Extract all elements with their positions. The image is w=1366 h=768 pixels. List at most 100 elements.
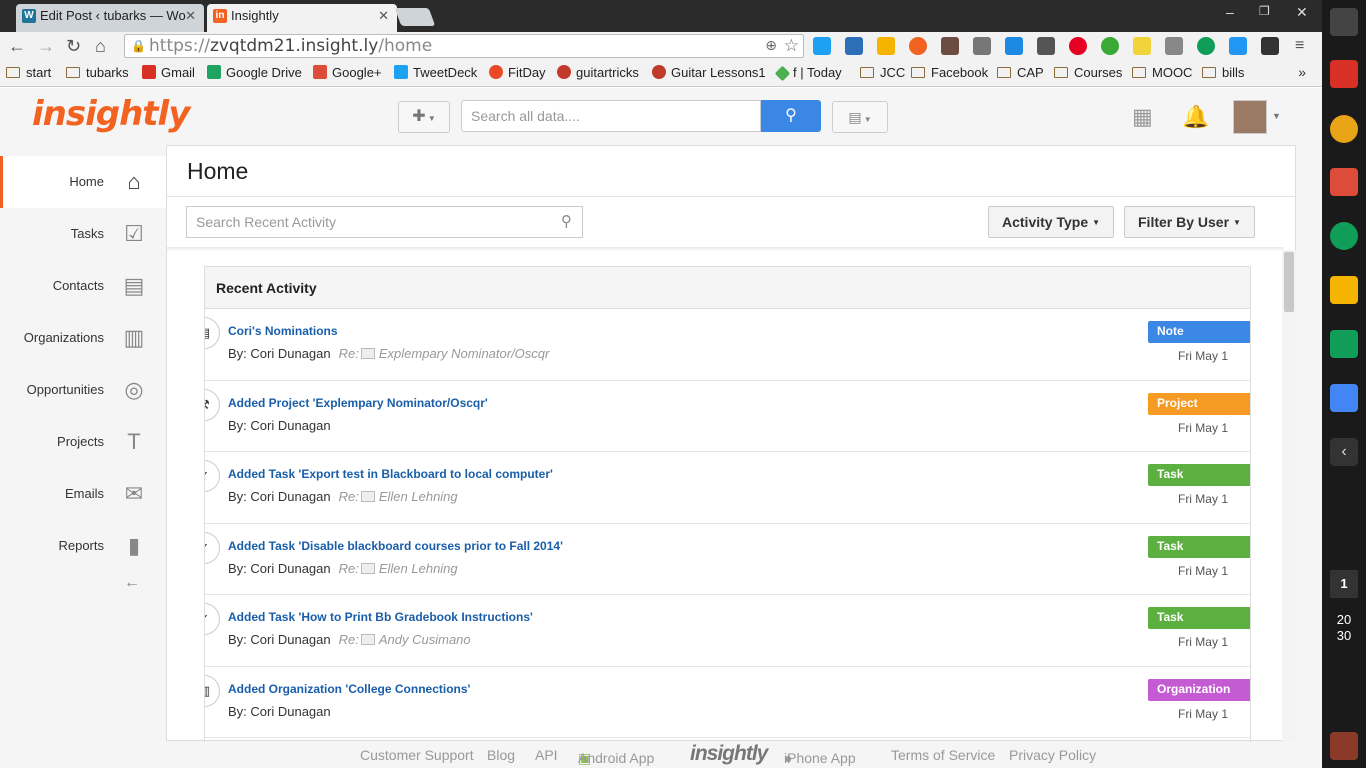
calendar-extension-icon[interactable] bbox=[845, 37, 863, 55]
global-search-input[interactable]: Search all data.... bbox=[461, 100, 761, 132]
d-extension-icon[interactable] bbox=[1005, 37, 1023, 55]
docs-app-icon[interactable] bbox=[1330, 384, 1358, 412]
activity-type-dropdown[interactable]: Activity Type ▼ bbox=[988, 206, 1115, 238]
minimize-button[interactable]: – bbox=[1226, 4, 1234, 20]
bookmark-star-icon[interactable]: ☆ bbox=[784, 35, 799, 57]
cast-icon[interactable] bbox=[1165, 37, 1183, 55]
bookmark-f-today[interactable]: f | Today bbox=[774, 65, 842, 82]
activity-related[interactable]: Re: Andy Cusimano bbox=[339, 632, 471, 647]
close-tab-icon[interactable]: ✕ bbox=[378, 4, 389, 28]
google-plus-app-icon[interactable] bbox=[1330, 168, 1358, 196]
collapse-sidebar-icon[interactable]: ← bbox=[0, 574, 166, 592]
sidebar-item-tasks[interactable]: Tasks ☑ bbox=[0, 208, 166, 260]
bookmark-bills[interactable]: bills bbox=[1202, 65, 1244, 80]
chrome-app-icon[interactable] bbox=[1330, 115, 1358, 143]
bookmark-courses[interactable]: Courses bbox=[1054, 65, 1122, 80]
user-avatar-icon[interactable] bbox=[1330, 732, 1358, 760]
forward-icon[interactable]: → bbox=[37, 35, 55, 57]
sidebar-item-contacts[interactable]: Contacts ▤ bbox=[0, 260, 166, 312]
bookmark-fitday[interactable]: FitDay bbox=[489, 65, 546, 80]
bookmark-mooc[interactable]: MOOC bbox=[1132, 65, 1192, 80]
address-bar[interactable]: 🔒 https://zvqtdm21.insight.ly/home ⊕ ☆ bbox=[124, 34, 804, 58]
organizations-icon: ▥ bbox=[123, 325, 145, 350]
quick-add-button[interactable]: ✚ ▼ bbox=[398, 101, 450, 133]
drive-extension-icon[interactable] bbox=[877, 37, 895, 55]
footer-customer-support-link[interactable]: Customer Support bbox=[360, 747, 474, 763]
activity-related[interactable]: Re: Ellen Lehning bbox=[339, 489, 458, 504]
sidebar-item-opportunities[interactable]: Opportunities ◎ bbox=[0, 364, 166, 416]
hangouts-extension-icon[interactable] bbox=[1197, 37, 1215, 55]
user-avatar[interactable] bbox=[1233, 100, 1267, 134]
zoom-icon[interactable]: ⊕ bbox=[765, 35, 777, 57]
film-extension-icon[interactable] bbox=[1261, 37, 1279, 55]
sidebar-item-emails[interactable]: Emails ✉ bbox=[0, 468, 166, 520]
pinterest-extension-icon[interactable] bbox=[1069, 37, 1087, 55]
bookmark-start[interactable]: start bbox=[6, 65, 51, 80]
view-menu-button[interactable]: ▤ ▼ bbox=[832, 101, 888, 133]
bookmark-guitartricks[interactable]: guitartricks bbox=[557, 65, 639, 80]
back-icon[interactable]: ← bbox=[8, 35, 26, 57]
insightly-logo[interactable]: insightly bbox=[32, 94, 190, 134]
drive-app-icon[interactable] bbox=[1330, 276, 1358, 304]
gmail-app-icon[interactable] bbox=[1330, 60, 1358, 88]
evernote-extension-icon[interactable] bbox=[1037, 37, 1055, 55]
activity-title-link[interactable]: Added Project 'Explempary Nominator/Oscq… bbox=[228, 396, 488, 410]
activity-title-link[interactable]: Cori's Nominations bbox=[228, 324, 338, 338]
recent-activity-search-input[interactable]: Search Recent Activity ⚲ bbox=[186, 206, 583, 238]
activity-title-link[interactable]: Added Task 'How to Print Bb Gradebook In… bbox=[228, 610, 533, 624]
search-button[interactable]: ⚲ bbox=[761, 100, 821, 132]
d-circle-extension-icon[interactable] bbox=[1101, 37, 1119, 55]
chevron-down-icon[interactable]: ▼ bbox=[1272, 111, 1281, 121]
sidebar-item-organizations[interactable]: Organizations ▥ bbox=[0, 312, 166, 364]
window-count-badge[interactable]: 1 bbox=[1330, 570, 1358, 598]
b-extension-icon[interactable] bbox=[909, 37, 927, 55]
bookmark-jcc[interactable]: JCC bbox=[860, 65, 905, 80]
bookmarks-overflow-button[interactable]: » bbox=[1298, 64, 1306, 80]
bookmark-gmail[interactable]: Gmail bbox=[142, 65, 195, 80]
hangouts-app-icon[interactable] bbox=[1330, 222, 1358, 250]
a-extension-icon[interactable] bbox=[1229, 37, 1247, 55]
bookmark-facebook[interactable]: Facebook bbox=[911, 65, 988, 80]
activity-title-link[interactable]: Added Organization 'College Connections' bbox=[228, 682, 470, 696]
footer-api-link[interactable]: API bbox=[535, 747, 558, 763]
instagram-extension-icon[interactable] bbox=[941, 37, 959, 55]
close-window-button[interactable]: ✕ bbox=[1296, 4, 1308, 21]
system-clock[interactable]: 20 30 bbox=[1322, 612, 1366, 644]
browser-tab-insightly[interactable]: in Insightly ✕ bbox=[207, 4, 397, 32]
pocket-extension-icon[interactable] bbox=[973, 37, 991, 55]
app-launcher-icon[interactable] bbox=[1330, 8, 1358, 36]
bookmark-google-plus[interactable]: Google+ bbox=[313, 65, 382, 80]
notes-extension-icon[interactable] bbox=[1133, 37, 1151, 55]
footer-blog-link[interactable]: Blog bbox=[487, 747, 515, 763]
sheets-app-icon[interactable] bbox=[1330, 330, 1358, 358]
twitter-extension-icon[interactable] bbox=[813, 37, 831, 55]
restore-button[interactable]: ❐ bbox=[1259, 4, 1270, 18]
activity-title-link[interactable]: Added Task 'Disable blackboard courses p… bbox=[228, 539, 563, 553]
reload-icon[interactable]: ↻ bbox=[66, 35, 81, 57]
close-tab-icon[interactable]: ✕ bbox=[185, 4, 196, 28]
home-icon[interactable]: ⌂ bbox=[95, 35, 106, 57]
browser-tab-edit-post[interactable]: W Edit Post ‹ tubarks — Wo ✕ bbox=[16, 4, 204, 32]
bookmark-tubarks[interactable]: tubarks bbox=[66, 65, 129, 80]
filter-by-user-dropdown[interactable]: Filter By User ▼ bbox=[1124, 206, 1255, 238]
footer-terms-link[interactable]: Terms of Service bbox=[891, 747, 995, 763]
calendar-icon[interactable]: ▦ bbox=[1132, 104, 1153, 130]
scrollbar[interactable] bbox=[1282, 250, 1296, 742]
bookmark-cap[interactable]: CAP bbox=[997, 65, 1044, 80]
activity-related[interactable]: Re: Ellen Lehning bbox=[339, 561, 458, 576]
bookmark-guitar-lessons[interactable]: Guitar Lessons1 bbox=[652, 65, 766, 80]
activity-title-link[interactable]: Added Task 'Export test in Blackboard to… bbox=[228, 467, 553, 481]
menu-icon[interactable]: ≡ bbox=[1295, 35, 1304, 57]
shelf-collapse-icon[interactable]: ‹ bbox=[1330, 438, 1358, 466]
notifications-bell-icon[interactable]: 🔔 bbox=[1182, 104, 1209, 130]
activity-related[interactable]: Re: Explempary Nominator/Oscqr bbox=[339, 346, 550, 361]
folder-icon bbox=[1054, 67, 1068, 78]
bookmark-tweetdeck[interactable]: TweetDeck bbox=[394, 65, 477, 80]
sidebar-item-reports[interactable]: Reports ▮ bbox=[0, 520, 166, 572]
sidebar-item-home[interactable]: Home ⌂ bbox=[0, 156, 166, 208]
sidebar-item-projects[interactable]: Projects T bbox=[0, 416, 166, 468]
footer-privacy-link[interactable]: Privacy Policy bbox=[1009, 747, 1096, 763]
bookmark-google-drive[interactable]: Google Drive bbox=[207, 65, 302, 80]
scrollbar-thumb[interactable] bbox=[1284, 252, 1294, 312]
new-tab-button[interactable] bbox=[394, 8, 436, 26]
